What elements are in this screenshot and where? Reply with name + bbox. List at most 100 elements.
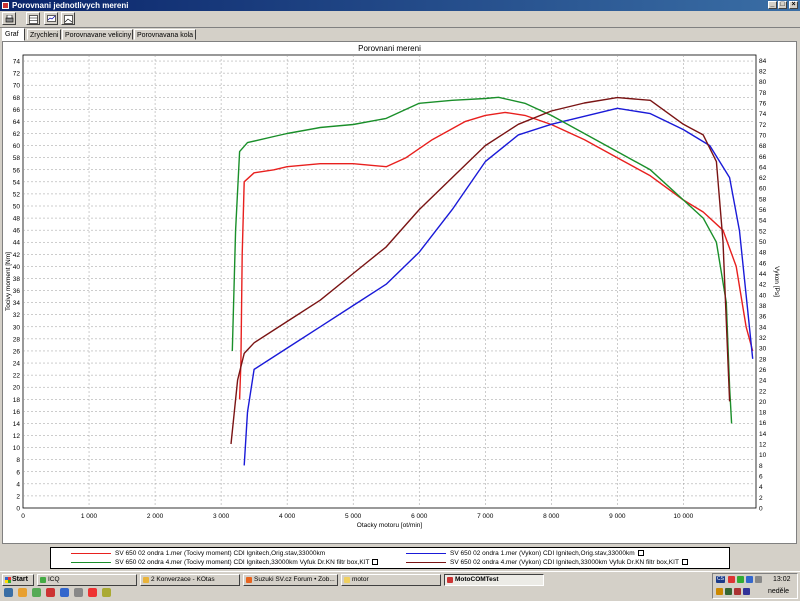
y-tick-label: 6: [16, 469, 20, 476]
y2-tick-label: 28: [759, 356, 767, 363]
y2-tick-label: 56: [759, 207, 767, 214]
quicklaunch-player-icon[interactable]: [88, 588, 97, 597]
folder-icon: [344, 577, 350, 583]
x-tick-label: 0: [21, 513, 25, 520]
tab-graf[interactable]: Graf: [2, 28, 25, 41]
y-tick-label: 16: [13, 409, 21, 416]
quicklaunch-explorer-icon[interactable]: [74, 588, 83, 597]
y2-tick-label: 6: [759, 474, 763, 481]
y2-tick-label: 22: [759, 388, 767, 395]
image-icon: [64, 15, 73, 24]
y-tick-label: 14: [13, 421, 21, 428]
taskbar-item-forum[interactable]: Suzuki SV.cz Forum • Zob...: [243, 574, 338, 586]
y-tick-label: 0: [16, 506, 20, 513]
taskbar-item-label: MotoCOMTest: [455, 576, 499, 583]
y2-tick-label: 52: [759, 228, 767, 235]
close-button[interactable]: ×: [789, 1, 798, 9]
tray-icon[interactable]: [737, 576, 744, 583]
print-button[interactable]: [2, 12, 16, 25]
quicklaunch-media-icon[interactable]: [46, 588, 55, 597]
y2-tick-label: 80: [759, 79, 767, 86]
tab-porovnavane-veliciny[interactable]: Porovnavane veliciny: [62, 29, 133, 40]
y2-tick-label: 50: [759, 239, 767, 246]
table-button[interactable]: [26, 12, 40, 25]
y2-tick-label: 16: [759, 420, 767, 427]
legend-item: SV 650 02 ondra 1.mer (Tocivy moment) CD…: [71, 549, 325, 558]
table-icon: [29, 15, 38, 24]
y-tick-label: 46: [13, 228, 21, 235]
legend-checkbox[interactable]: [681, 559, 688, 566]
y-tick-label: 22: [13, 373, 21, 380]
legend-item: SV 650 02 ondra 4.mer (Tocivy moment) CD…: [71, 558, 379, 567]
y2-tick-label: 66: [759, 154, 767, 161]
tab-strip: Graf Zrychleni Porovnavane veliciny Poro…: [0, 28, 800, 41]
legend-checkbox[interactable]: [637, 550, 644, 557]
y2-tick-label: 14: [759, 431, 767, 438]
print-icon: [5, 15, 14, 23]
quicklaunch-desktop-icon[interactable]: [4, 588, 13, 597]
y2-tick-label: 64: [759, 164, 767, 171]
y2-tick-label: 46: [759, 260, 767, 267]
y-tick-label: 72: [13, 71, 21, 78]
chat-icon: [143, 577, 149, 583]
y-tick-label: 26: [13, 348, 21, 355]
tray-icon[interactable]: [746, 576, 753, 583]
y-tick-label: 2: [16, 493, 20, 500]
y2-tick-label: 78: [759, 90, 767, 97]
language-indicator[interactable]: CS: [716, 576, 725, 583]
x-tick-label: 1 000: [81, 513, 98, 520]
graph-button[interactable]: [44, 12, 58, 25]
x-tick-label: 7 000: [477, 513, 494, 520]
y2-tick-label: 68: [759, 143, 767, 150]
tray-icon[interactable]: [743, 588, 750, 595]
y-tick-label: 68: [13, 95, 21, 102]
network-icon[interactable]: [725, 588, 732, 595]
y2-tick-label: 72: [759, 122, 767, 129]
taskbar-item-konverzace[interactable]: 2 Konverzace - KOtas: [140, 574, 240, 586]
y-tick-label: 10: [13, 445, 21, 452]
quicklaunch-icq-icon[interactable]: [32, 588, 41, 597]
icq-icon: [40, 577, 46, 583]
legend-label: SV 650 02 ondra 4.mer (Tocivy moment) CD…: [115, 559, 370, 566]
chart-title: Porovnani mereni: [358, 44, 421, 53]
y2-tick-label: 84: [759, 58, 767, 65]
x-tick-label: 6 000: [411, 513, 428, 520]
y2-tick-label: 42: [759, 282, 767, 289]
windows-flag-icon: [5, 577, 11, 583]
taskbar-item-motocomtest[interactable]: MotoCOMTest: [444, 574, 544, 586]
graph-icon: [47, 15, 56, 22]
clock-day: neděle: [768, 588, 790, 595]
y-tick-label: 4: [16, 481, 20, 488]
minimize-button[interactable]: _: [768, 1, 777, 9]
tab-zrychleni[interactable]: Zrychleni: [27, 29, 61, 40]
y-tick-label: 36: [13, 288, 21, 295]
x-tick-label: 4 000: [279, 513, 296, 520]
y2-tick-label: 82: [759, 68, 767, 75]
tab-porovnavana-kola[interactable]: Porovnavana kola: [134, 29, 196, 40]
tray-icon[interactable]: [734, 588, 741, 595]
quicklaunch-mail-icon[interactable]: [60, 588, 69, 597]
legend-checkbox[interactable]: [372, 559, 379, 566]
taskbar-item-label: ICQ: [48, 576, 60, 583]
title-bar: Porovnani jednotlivych mereni _ □ ×: [0, 0, 800, 11]
volume-icon[interactable]: [755, 576, 762, 583]
tray-icon[interactable]: [716, 588, 723, 595]
system-tray: CS 13:02 neděle: [712, 573, 798, 599]
y-tick-label: 58: [13, 155, 21, 162]
maximize-button[interactable]: □: [778, 1, 787, 9]
taskbar-item-motor[interactable]: motor: [341, 574, 441, 586]
y2-tick-label: 12: [759, 442, 767, 449]
quicklaunch-tool-icon[interactable]: [102, 588, 111, 597]
quicklaunch-browser-icon[interactable]: [18, 588, 27, 597]
chart: Porovnani mereni024681012141618202224262…: [5, 44, 780, 529]
legend-label: SV 650 02 ondra 4.mer (Vykon) CDI Ignite…: [450, 559, 679, 566]
tray-icon[interactable]: [728, 576, 735, 583]
y2-tick-label: 4: [759, 484, 763, 491]
legend-label: SV 650 02 ondra 1.mer (Tocivy moment) CD…: [115, 550, 326, 557]
start-button[interactable]: Start: [2, 574, 34, 586]
y2-tick-label: 20: [759, 399, 767, 406]
taskbar-item-icq[interactable]: ICQ: [37, 574, 137, 586]
chart-panel: Porovnani mereni 0 2 4 6 8 10 12 14 16 18 20 22 24 26 2…: [2, 41, 797, 544]
y2-tick-label: 62: [759, 175, 767, 182]
image-button[interactable]: [61, 12, 75, 25]
